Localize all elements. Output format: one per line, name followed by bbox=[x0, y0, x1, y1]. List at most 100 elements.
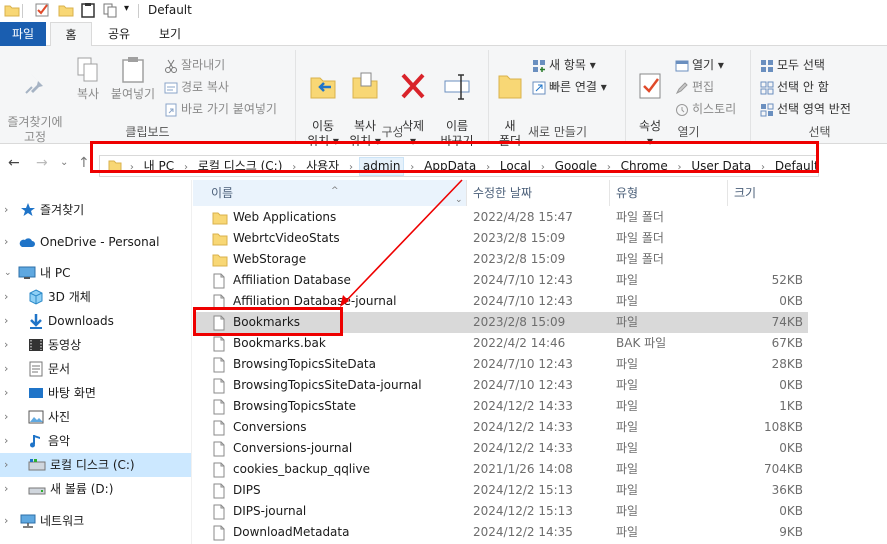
table-row[interactable]: BrowsingTopicsSiteData-journal 2024/7/10 … bbox=[193, 375, 808, 396]
file-date: 2024/12/2 15:13 bbox=[473, 483, 573, 497]
customize-toolbar-icon[interactable]: ▾ bbox=[124, 3, 129, 14]
nav-item-local-disk-c[interactable]: › 로컬 디스크 (C:) bbox=[0, 453, 191, 477]
file-type: 파일 bbox=[616, 504, 639, 518]
folder-icon bbox=[212, 212, 228, 225]
table-row[interactable]: Web Applications 2022/4/28 15:47 파일 폴더 bbox=[193, 207, 808, 228]
table-row[interactable]: Bookmarks.bak 2022/4/2 14:46 BAK 파일 67KB bbox=[193, 333, 808, 354]
nav-item-label: 음악 bbox=[48, 434, 71, 448]
table-row[interactable]: DIPS 2024/12/2 15:13 파일 36KB bbox=[193, 480, 808, 501]
paste-shortcut-label: 바로 가기 붙여넣기 bbox=[181, 102, 277, 116]
table-row[interactable]: DownloadMetadata 2024/12/2 14:35 파일 9KB bbox=[193, 522, 808, 543]
recent-locations-chevron-icon[interactable]: ⌄ bbox=[60, 157, 68, 168]
forward-arrow-icon[interactable]: → bbox=[36, 155, 48, 171]
expand-chevron-icon[interactable]: › bbox=[4, 429, 8, 453]
nav-item-videos[interactable]: › 동영상 bbox=[0, 333, 191, 357]
tab-view[interactable]: 보기 bbox=[146, 22, 194, 46]
table-row[interactable]: BrowsingTopicsSiteData 2024/7/10 12:43 파일 2… bbox=[193, 354, 808, 375]
expand-chevron-icon[interactable]: › bbox=[4, 453, 8, 477]
nav-item-new-volume-d[interactable]: › 새 볼륨 (D:) bbox=[0, 477, 191, 501]
delete-x-icon bbox=[401, 73, 425, 99]
properties-check-icon[interactable] bbox=[34, 2, 50, 18]
video-icon bbox=[29, 339, 43, 351]
column-header-label: 이름 bbox=[211, 186, 234, 200]
computer-icon bbox=[18, 266, 36, 279]
navigation-pane: › 즐겨찾기 › OneDrive - Personal ⌄ 내 PC › 3D… bbox=[0, 180, 192, 544]
ribbon: 즐겨찾기에 고정 복사 붙여넣기 잘라내기 경로 복사 바로 가기 붙여넣기 클… bbox=[0, 46, 887, 148]
new-folder-icon[interactable] bbox=[58, 2, 74, 18]
folder-icon[interactable] bbox=[4, 2, 20, 18]
easy-access-icon bbox=[532, 81, 546, 94]
nav-item-downloads[interactable]: › Downloads bbox=[0, 309, 191, 333]
expand-chevron-icon[interactable]: › bbox=[4, 357, 8, 381]
file-name: WebStorage bbox=[233, 252, 307, 266]
tab-file[interactable]: 파일 bbox=[0, 22, 46, 46]
expand-chevron-icon[interactable]: › bbox=[4, 405, 8, 429]
back-arrow-icon[interactable]: ← bbox=[8, 155, 20, 171]
expand-chevron-icon[interactable]: › bbox=[4, 509, 8, 533]
expand-chevron-icon[interactable]: › bbox=[4, 198, 8, 222]
cut-button[interactable]: 잘라내기 bbox=[164, 56, 225, 74]
nav-item-3d-objects[interactable]: › 3D 개체 bbox=[0, 285, 191, 309]
table-row[interactable]: Conversions-journal 2024/12/2 14:33 파일 0KB bbox=[193, 438, 808, 459]
open-button[interactable]: 열기 ▾ bbox=[675, 56, 724, 74]
nav-item-label: 네트워크 bbox=[40, 514, 85, 528]
invert-selection-button[interactable]: 선택 영역 반전 bbox=[760, 100, 851, 118]
ribbon-tabs: 파일 홈 공유 보기 bbox=[0, 22, 887, 47]
nav-item-documents[interactable]: › 문서 bbox=[0, 357, 191, 381]
column-header-name[interactable]: 이름 ^ ⌄ bbox=[193, 180, 467, 206]
file-size: 0KB bbox=[779, 504, 803, 518]
select-none-icon bbox=[760, 81, 774, 94]
expand-chevron-icon[interactable]: › bbox=[4, 477, 8, 501]
expand-chevron-icon[interactable]: › bbox=[4, 333, 8, 357]
expand-chevron-icon[interactable]: › bbox=[4, 285, 8, 309]
table-row[interactable]: WebStorage 2023/2/8 15:09 파일 폴더 bbox=[193, 249, 808, 270]
expand-chevron-icon[interactable]: › bbox=[4, 381, 8, 405]
select-all-button[interactable]: 모두 선택 bbox=[760, 56, 825, 74]
edit-button[interactable]: 편집 bbox=[675, 78, 714, 96]
expand-chevron-icon[interactable]: › bbox=[4, 309, 8, 333]
cut-label: 잘라내기 bbox=[181, 58, 226, 72]
select-group: 모두 선택 선택 안 함 선택 영역 반전 선택 bbox=[752, 50, 887, 142]
nav-item-onedrive[interactable]: › OneDrive - Personal bbox=[0, 230, 191, 254]
nav-item-my-pc[interactable]: ⌄ 내 PC bbox=[0, 261, 191, 285]
table-row[interactable]: DIPS-journal 2024/12/2 15:13 파일 0KB bbox=[193, 501, 808, 522]
nav-item-network[interactable]: › 네트워크 bbox=[0, 509, 191, 533]
copy-icon[interactable] bbox=[102, 2, 118, 18]
new-item-button[interactable]: 새 항목 ▾ bbox=[532, 56, 596, 74]
nav-item-desktop[interactable]: › 바탕 화면 bbox=[0, 381, 191, 405]
desktop-icon bbox=[29, 388, 43, 398]
table-row[interactable]: cookies_backup_qqlive 2021/1/26 14:08 파일 70… bbox=[193, 459, 808, 480]
nav-item-label: 문서 bbox=[48, 362, 71, 376]
table-row[interactable]: Affiliation Database 2024/7/10 12:43 파일 52K… bbox=[193, 270, 808, 291]
table-row[interactable]: WebrtcVideoStats 2023/2/8 15:09 파일 폴더 bbox=[193, 228, 808, 249]
nav-item-music[interactable]: › 음악 bbox=[0, 429, 191, 453]
column-header-date[interactable]: 수정한 날짜 bbox=[467, 180, 610, 206]
table-row[interactable]: BrowsingTopicsState 2024/12/2 14:33 파일 1KB bbox=[193, 396, 808, 417]
file-type: 파일 bbox=[616, 357, 639, 371]
copy-path-button[interactable]: 경로 복사 bbox=[164, 78, 229, 96]
up-arrow-icon[interactable]: ↑ bbox=[78, 155, 90, 171]
copy-button[interactable]: 복사 bbox=[70, 56, 106, 102]
column-header-type[interactable]: 유형 bbox=[610, 180, 728, 206]
edit-icon bbox=[675, 81, 688, 94]
file-size: 1KB bbox=[779, 399, 803, 413]
history-button[interactable]: 히스토리 bbox=[675, 100, 736, 118]
column-header-size[interactable]: 크기 bbox=[728, 180, 808, 206]
expand-chevron-icon[interactable]: › bbox=[4, 230, 8, 254]
paste-shortcut-button[interactable]: 바로 가기 붙여넣기 bbox=[164, 100, 277, 118]
organize-group: 이동 위치 ▾ 복사 위치 ▾ 삭제 ▾ 이름 바꾸기 구성 bbox=[297, 50, 489, 148]
move-to-icon bbox=[310, 77, 336, 99]
select-all-icon bbox=[761, 59, 773, 72]
collapse-chevron-icon[interactable]: ⌄ bbox=[4, 261, 12, 285]
paste-button[interactable]: 붙여넣기 bbox=[108, 56, 158, 102]
clipboard-icon[interactable] bbox=[80, 2, 96, 18]
tab-share[interactable]: 공유 bbox=[96, 22, 142, 46]
file-icon bbox=[213, 336, 225, 352]
nav-item-pictures[interactable]: › 사진 bbox=[0, 405, 191, 429]
tab-home[interactable]: 홈 bbox=[50, 22, 92, 47]
easy-access-button[interactable]: 빠른 연결 ▾ bbox=[532, 78, 607, 96]
nav-item-favorites[interactable]: › 즐겨찾기 bbox=[0, 198, 191, 222]
select-none-button[interactable]: 선택 안 함 bbox=[760, 78, 829, 96]
table-row[interactable]: Conversions 2024/12/2 14:33 파일 108KB bbox=[193, 417, 808, 438]
file-size: 704KB bbox=[763, 462, 803, 476]
